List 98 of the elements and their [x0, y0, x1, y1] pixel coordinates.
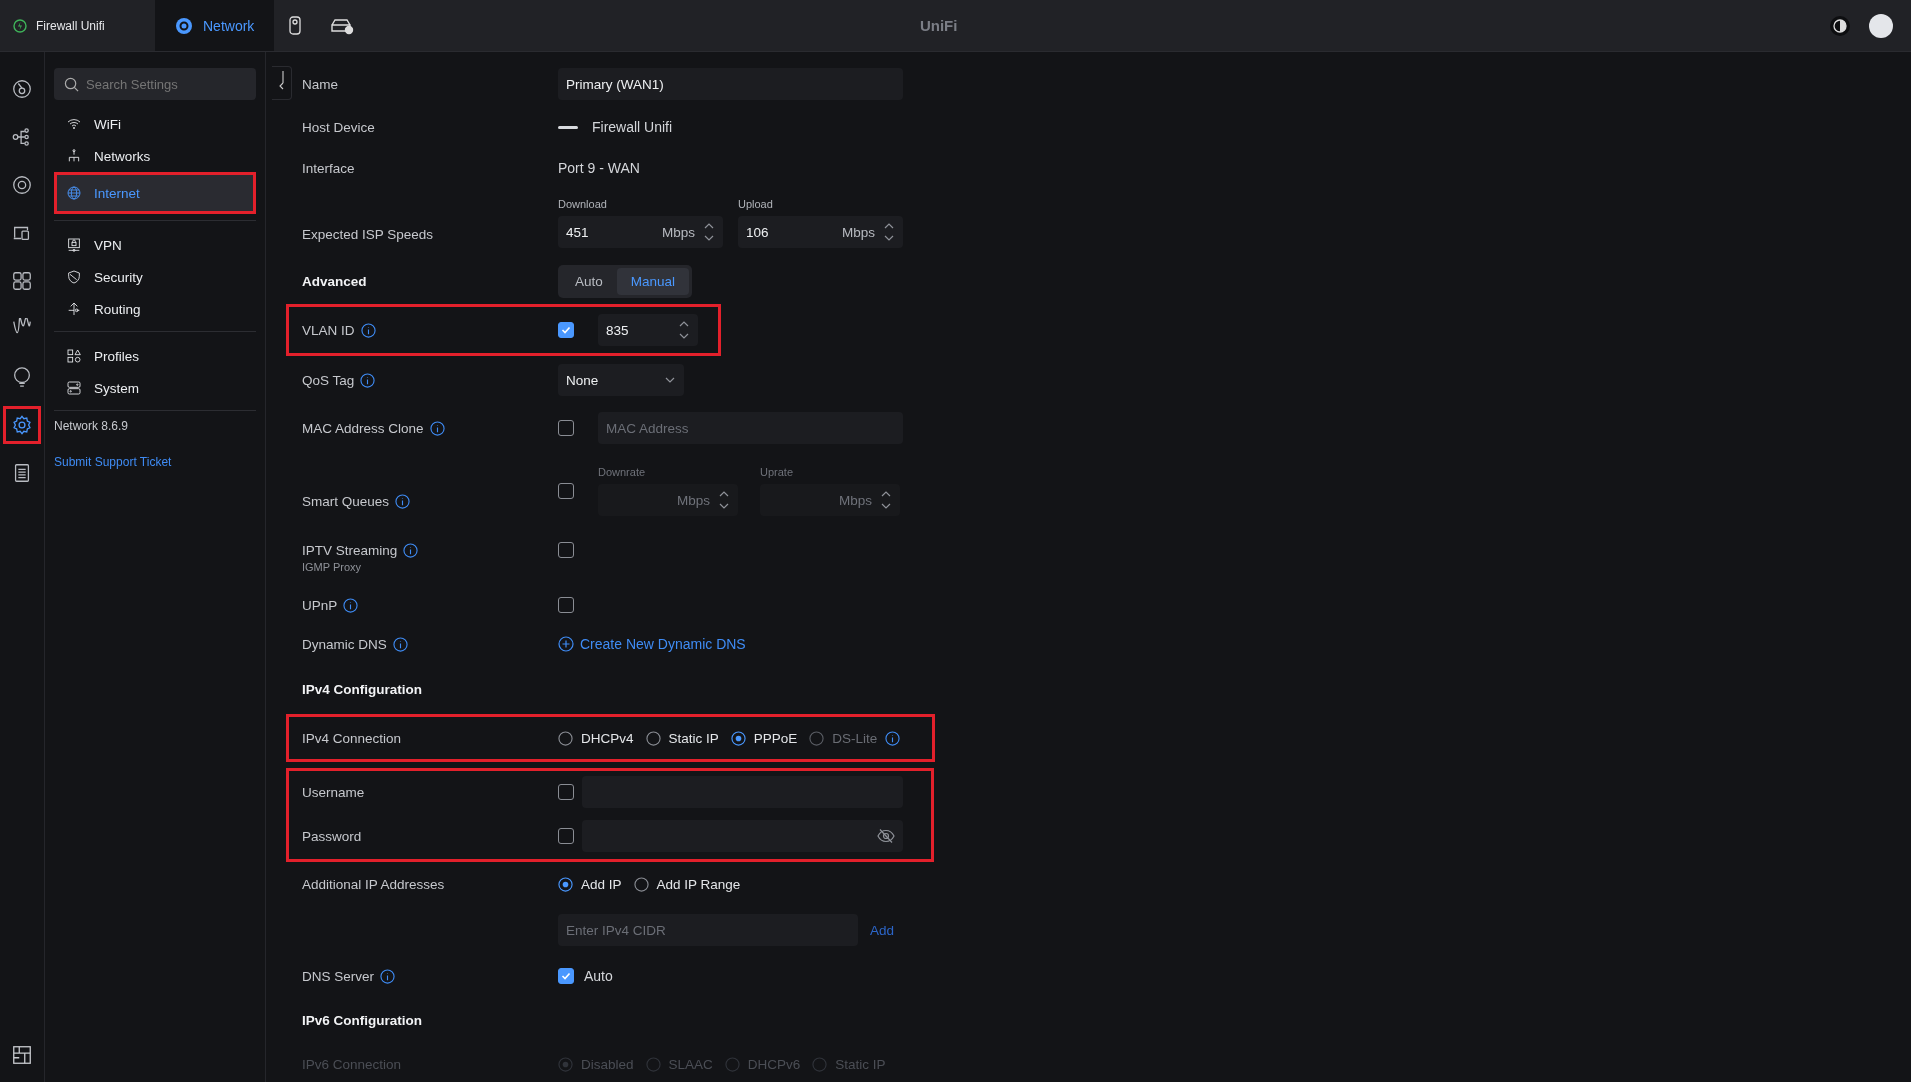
support-link[interactable]: Submit Support Ticket	[54, 455, 172, 469]
speed-field[interactable]: 451 Mbps	[558, 216, 723, 248]
info-icon[interactable]	[395, 493, 411, 509]
server-icon	[66, 380, 82, 396]
sidebar-item[interactable]: Security	[54, 261, 256, 293]
theme-toggle-icon[interactable]	[1829, 14, 1851, 37]
field-label: QoS Tag	[302, 372, 355, 388]
info-icon[interactable]	[360, 322, 376, 338]
qos-dropdown[interactable]: None	[558, 364, 684, 396]
sidebar-item[interactable]: Routing	[54, 293, 256, 325]
checkbox[interactable]	[558, 828, 574, 844]
section-heading: IPv6 Configuration	[302, 1012, 422, 1028]
name-field[interactable]: Primary (WAN1)	[558, 68, 903, 100]
field-label: IPTV Streaming	[302, 543, 398, 558]
target-icon	[175, 16, 193, 35]
vpn-icon	[66, 237, 82, 253]
eye-slash-icon[interactable]	[877, 828, 895, 844]
field-label: UPnP	[302, 597, 338, 613]
field-caption: Downrate	[598, 466, 647, 478]
info-icon[interactable]	[343, 597, 359, 613]
field-label: DNS Server	[302, 968, 374, 984]
device-icon	[558, 125, 578, 129]
radio-option[interactable]: Add IP	[558, 876, 622, 892]
checkbox[interactable]	[558, 968, 574, 984]
radio-option[interactable]: DHCPv4	[558, 730, 634, 746]
sidebar-item[interactable]: Profiles	[54, 340, 256, 372]
brand-logo: UniFi	[919, 17, 958, 34]
status-icon	[13, 18, 27, 33]
cidr-field[interactable]: Enter IPv4 CIDR	[558, 914, 858, 946]
checkmark-icon	[561, 325, 571, 335]
field-caption: Uprate	[760, 466, 795, 478]
sidebar-item[interactable]: System	[54, 372, 256, 404]
field-label: Password	[302, 828, 362, 844]
field-label: IPv6 Connection	[302, 1056, 402, 1072]
sidebar-item[interactable]: Internet	[54, 172, 256, 214]
checkbox[interactable]	[558, 784, 574, 800]
password-field[interactable]	[582, 820, 903, 852]
mac-address-field[interactable]: MAC Address	[598, 412, 903, 444]
field-label: Smart Queues	[302, 493, 390, 509]
checkbox[interactable]	[558, 597, 574, 613]
version-text: Network 8.6.9	[54, 419, 130, 433]
layout-icon[interactable]	[11, 1044, 33, 1066]
tree-icon	[66, 148, 82, 164]
segment-option[interactable]: Auto	[561, 267, 617, 295]
field-label: IPv4 Connection	[302, 730, 402, 746]
field-label: Advanced	[302, 273, 367, 289]
checkbox[interactable]	[558, 483, 574, 499]
checkbox[interactable]	[558, 420, 574, 436]
checkbox[interactable]	[558, 542, 574, 558]
field-label: Additional IP Addresses	[302, 876, 445, 892]
search-field[interactable]: Search Settings	[54, 68, 256, 100]
shield-icon	[66, 269, 82, 285]
segment-option[interactable]: Manual	[616, 267, 690, 295]
info-icon[interactable]	[392, 636, 408, 652]
info-icon[interactable]	[380, 968, 395, 984]
sidebar-item[interactable]: WiFi	[54, 108, 256, 140]
info-icon[interactable]	[429, 420, 445, 436]
info-icon[interactable]	[403, 543, 419, 558]
sidebar-item[interactable]: Networks	[54, 140, 256, 172]
radio-option[interactable]: PPPoE	[730, 730, 798, 746]
checkmark-icon	[561, 971, 571, 981]
globe-icon	[66, 185, 82, 201]
section-heading: IPv4 Configuration	[302, 681, 422, 697]
field-label: Interface	[302, 160, 355, 176]
field-label: Host Device	[302, 119, 375, 135]
rate-field[interactable]: Mbps	[760, 484, 900, 516]
gear-nav-icon[interactable]	[3, 406, 41, 444]
field-caption: Download	[558, 198, 608, 210]
speed-field[interactable]: 106 Mbps	[738, 216, 903, 248]
info-icon[interactable]	[360, 372, 376, 388]
device-icon	[288, 15, 303, 36]
console-name[interactable]: Firewall Unifi	[36, 18, 105, 33]
network-app-tab[interactable]: Network	[155, 0, 275, 51]
routing-icon	[66, 301, 82, 317]
interface-value: Port 9 - WAN	[558, 160, 641, 176]
field-label: Expected ISP Speeds	[302, 226, 434, 242]
avatar[interactable]	[1869, 13, 1893, 38]
rate-field[interactable]: Mbps	[598, 484, 738, 516]
field-label: Name	[302, 76, 338, 92]
radio-option[interactable]: Static IP	[645, 730, 719, 746]
plus-circle-icon	[558, 636, 574, 652]
shapes-icon	[66, 348, 82, 364]
field-caption: Upload	[738, 198, 774, 210]
search-icon	[64, 77, 79, 92]
checkbox-label: Auto	[584, 968, 613, 984]
field-label: Username	[302, 784, 365, 800]
collapse-handle[interactable]	[272, 66, 292, 100]
field-label: Dynamic DNS	[302, 636, 387, 652]
field-sublabel: IGMP Proxy	[302, 561, 363, 573]
device-name: Firewall Unifi	[592, 119, 673, 135]
sidebar-item[interactable]: VPN	[54, 229, 256, 261]
checkbox[interactable]	[558, 322, 574, 338]
vlan-field[interactable]: 835	[598, 314, 698, 346]
field-label: MAC Address Clone	[302, 420, 424, 436]
field-label: VLAN ID	[302, 322, 355, 338]
radio-option[interactable]: Add IP Range	[633, 876, 741, 892]
wifi-icon	[66, 116, 82, 132]
create-dns-link[interactable]: Create New Dynamic DNS	[558, 636, 746, 652]
